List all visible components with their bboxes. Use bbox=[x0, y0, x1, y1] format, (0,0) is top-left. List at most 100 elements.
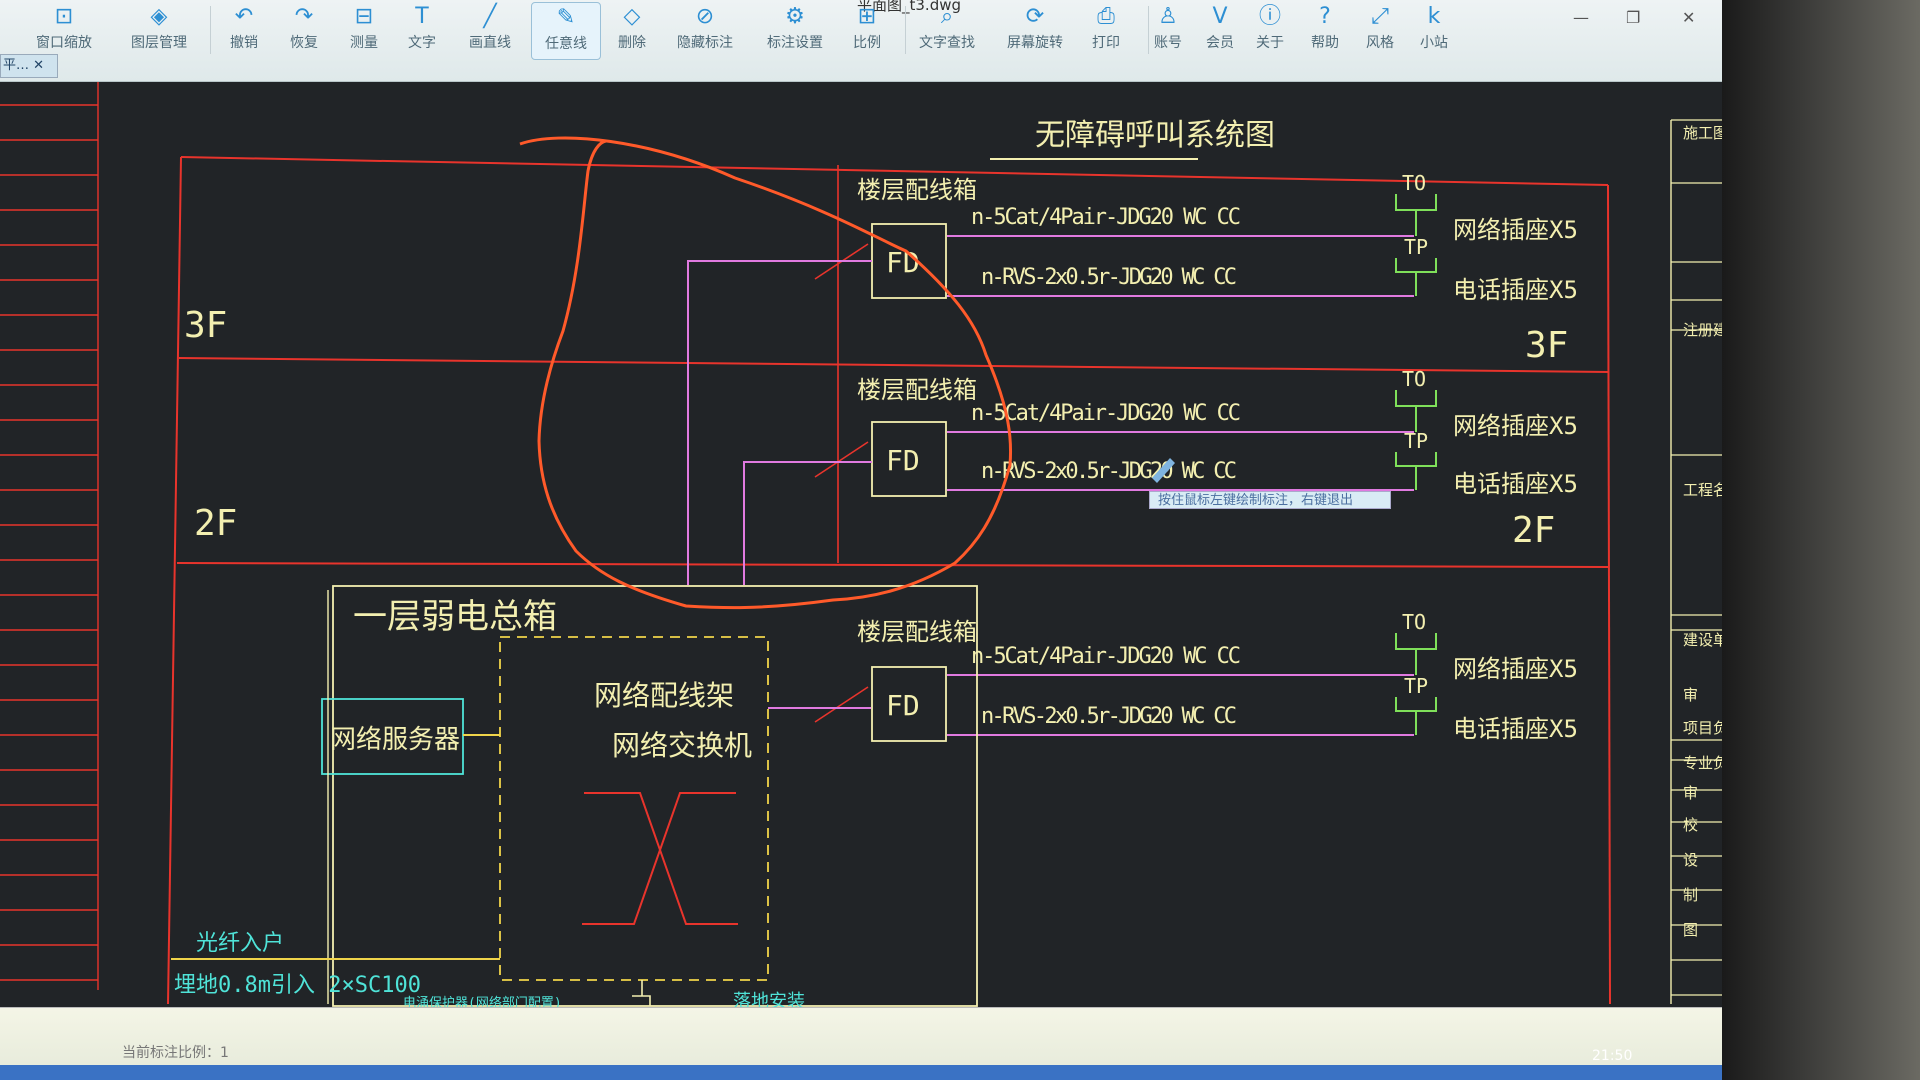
cable-telephone-label: n-RVS-2x0.5r-JDG20 WC CC bbox=[981, 459, 1237, 484]
floor-divider-2f bbox=[176, 562, 1610, 568]
zoom-window-icon: ⊡ bbox=[54, 4, 74, 29]
toolbar-label: 帮助 bbox=[1311, 35, 1339, 51]
titleblock-cell: 注册建 bbox=[1683, 321, 1722, 339]
text-icon: T bbox=[415, 4, 429, 29]
main-weak-current-box bbox=[332, 585, 978, 1007]
floor-label-2f: 2F bbox=[194, 503, 237, 544]
tp-symbol bbox=[1395, 452, 1437, 490]
layers-icon: ◈ bbox=[150, 4, 168, 29]
titleblock-cell: 项目负 bbox=[1683, 719, 1722, 737]
toolbar-button-eraser[interactable]: ◇ 删除 bbox=[597, 2, 667, 60]
tab-close-icon[interactable]: ✕ bbox=[33, 58, 44, 73]
status-bar: 当前标注比例：1 bbox=[0, 1007, 1722, 1065]
titleblock-cell: 建设单位 bbox=[1683, 631, 1722, 649]
minimize-button[interactable]: — bbox=[1573, 8, 1589, 27]
scale-icon: ⊞ bbox=[857, 4, 877, 29]
toolbar-button-text[interactable]: T 文字 bbox=[387, 2, 457, 60]
titleblock-cell: 校 bbox=[1683, 816, 1698, 834]
ground-symbol bbox=[632, 980, 651, 1006]
toolbar-button-printer[interactable]: ⎙ 打印 bbox=[1071, 2, 1141, 60]
floor-panel-label: 楼层配线箱 bbox=[857, 376, 977, 404]
toolbar-label: 恢复 bbox=[290, 35, 318, 51]
titleblock-cell: 制 bbox=[1683, 886, 1698, 904]
freehand-annotation-stroke bbox=[519, 136, 1013, 610]
titleblock-cell: 审 bbox=[1683, 686, 1698, 704]
toolbar-button-layers[interactable]: ◈ 图层管理 bbox=[124, 2, 194, 60]
close-button[interactable]: ✕ bbox=[1682, 8, 1695, 27]
toolbar: 平面图_t3.dwg — ❐ ✕ 平… ✕ ⊡ 窗口缩放 ◈ 图层管理 ↶ 撤销 ↷ 恢复 ⊟ 测… bbox=[0, 0, 1722, 82]
cable-telephone-label: n-RVS-2x0.5r-JDG20 WC CC bbox=[981, 704, 1237, 729]
outlet-network-label: 网络插座X5 bbox=[1453, 412, 1578, 440]
toolbar-label: 测量 bbox=[350, 35, 378, 51]
cable-network-label: n-5Cat/4Pair-JDG20 WC CC bbox=[971, 205, 1241, 230]
maximize-button[interactable]: ❐ bbox=[1626, 8, 1640, 27]
toolbar-separator bbox=[1148, 6, 1149, 54]
toolbar-button-annotation-settings[interactable]: ⚙ 标注设置 bbox=[760, 2, 830, 60]
toolbar-button-text-search[interactable]: ⌕ 文字查找 bbox=[912, 2, 982, 60]
toolbar-label: 屏幕旋转 bbox=[1007, 35, 1063, 51]
toolbar-label: 比例 bbox=[853, 35, 881, 51]
pen-icon: ✎ bbox=[556, 5, 576, 30]
tp-label: TP bbox=[1404, 235, 1428, 259]
toolbar-button-k-site[interactable]: k 小站 bbox=[1399, 2, 1469, 60]
titleblock-cell: 施工图 bbox=[1683, 124, 1722, 142]
to-symbol bbox=[1395, 194, 1437, 236]
cable-telephone-label: n-RVS-2x0.5r-JDG20 WC CC bbox=[981, 265, 1237, 290]
toolbar-separator bbox=[905, 6, 906, 54]
toolbar-label: 小站 bbox=[1420, 35, 1448, 51]
rack-label-1: 网络配线架 bbox=[594, 679, 734, 712]
frame-right bbox=[1607, 184, 1611, 1005]
annotation-scale: 当前标注比例：1 bbox=[122, 1045, 229, 1061]
to-label: TO bbox=[1402, 367, 1426, 391]
to-label: TO bbox=[1402, 610, 1426, 634]
mount-label: 落地安装 bbox=[733, 991, 805, 1007]
outlet-telephone-label: 电话插座X5 bbox=[1453, 470, 1578, 498]
toolbar-label: 图层管理 bbox=[131, 35, 187, 51]
monitor-bezel bbox=[1722, 0, 1920, 1080]
floor-panel-label: 楼层配线箱 bbox=[857, 176, 977, 204]
to-symbol bbox=[1395, 633, 1437, 675]
fd-label: FD bbox=[886, 444, 920, 477]
switch-x-symbol bbox=[582, 792, 738, 925]
cable-network-label: n-5Cat/4Pair-JDG20 WC CC bbox=[971, 401, 1241, 426]
fiber-note: 埋地0.8m引入 2×SC100 bbox=[174, 973, 421, 998]
hide-eye-icon: ⊘ bbox=[695, 4, 715, 29]
toolbar-label: 删除 bbox=[618, 35, 646, 51]
fiber-label: 光纤入户 bbox=[196, 931, 284, 956]
fd-feed-slash bbox=[814, 441, 869, 478]
toolbar-button-line[interactable]: ╱ 画直线 bbox=[455, 2, 525, 60]
titleblock-cell: 专业负 bbox=[1683, 754, 1722, 772]
toolbar-button-hide-eye[interactable]: ⊘ 隐藏标注 bbox=[670, 2, 740, 60]
outlet-telephone-label: 电话插座X5 bbox=[1453, 715, 1578, 743]
outlet-network-label: 网络插座X5 bbox=[1453, 655, 1578, 683]
toolbar-button-zoom-window[interactable]: ⊡ 窗口缩放 bbox=[29, 2, 99, 60]
riser-cable-3f bbox=[687, 260, 872, 585]
toolbar-label: 画直线 bbox=[469, 35, 511, 51]
tooltip: 按住鼠标左键绘制标注，右键退出 bbox=[1149, 491, 1391, 509]
tp-symbol bbox=[1395, 697, 1437, 735]
titleblock-cell: 设 bbox=[1683, 851, 1698, 869]
floor-label-3f-right: 3F bbox=[1525, 325, 1568, 366]
riser-cable-2f bbox=[743, 461, 872, 585]
eraser-icon: ◇ bbox=[623, 4, 641, 29]
toolbar-label: 账号 bbox=[1154, 35, 1182, 51]
rotate-screen-icon: ⟳ bbox=[1025, 4, 1045, 29]
tp-label: TP bbox=[1404, 429, 1428, 453]
toolbar-button-scale[interactable]: ⊞ 比例 bbox=[832, 2, 902, 60]
frame-left bbox=[167, 156, 182, 1005]
taskbar-clock: 21:50 bbox=[1592, 1048, 1633, 1064]
toolbar-label: 任意线 bbox=[545, 36, 587, 52]
fd-label: FD bbox=[886, 689, 920, 722]
outlet-network-label: 网络插座X5 bbox=[1453, 216, 1578, 244]
outlet-telephone-label: 电话插座X5 bbox=[1453, 276, 1578, 304]
toolbar-button-pen[interactable]: ✎ 任意线 bbox=[531, 2, 601, 60]
text-search-icon: ⌕ bbox=[940, 4, 954, 29]
drawing-canvas[interactable]: 无障碍呼叫系统图 3F 3F 2F 2F FD 楼层配线箱 n-5Cat/4Pair-JDG2… bbox=[0, 82, 1722, 1007]
rack-label-2: 网络交换机 bbox=[612, 729, 752, 762]
tp-symbol bbox=[1395, 258, 1437, 296]
toolbar-separator bbox=[210, 6, 211, 54]
toolbar-label: 窗口缩放 bbox=[36, 35, 92, 51]
line-icon: ╱ bbox=[483, 4, 497, 29]
toolbar-button-rotate-screen[interactable]: ⟳ 屏幕旋转 bbox=[1000, 2, 1070, 60]
titleblock-cell: 图 bbox=[1683, 921, 1698, 939]
